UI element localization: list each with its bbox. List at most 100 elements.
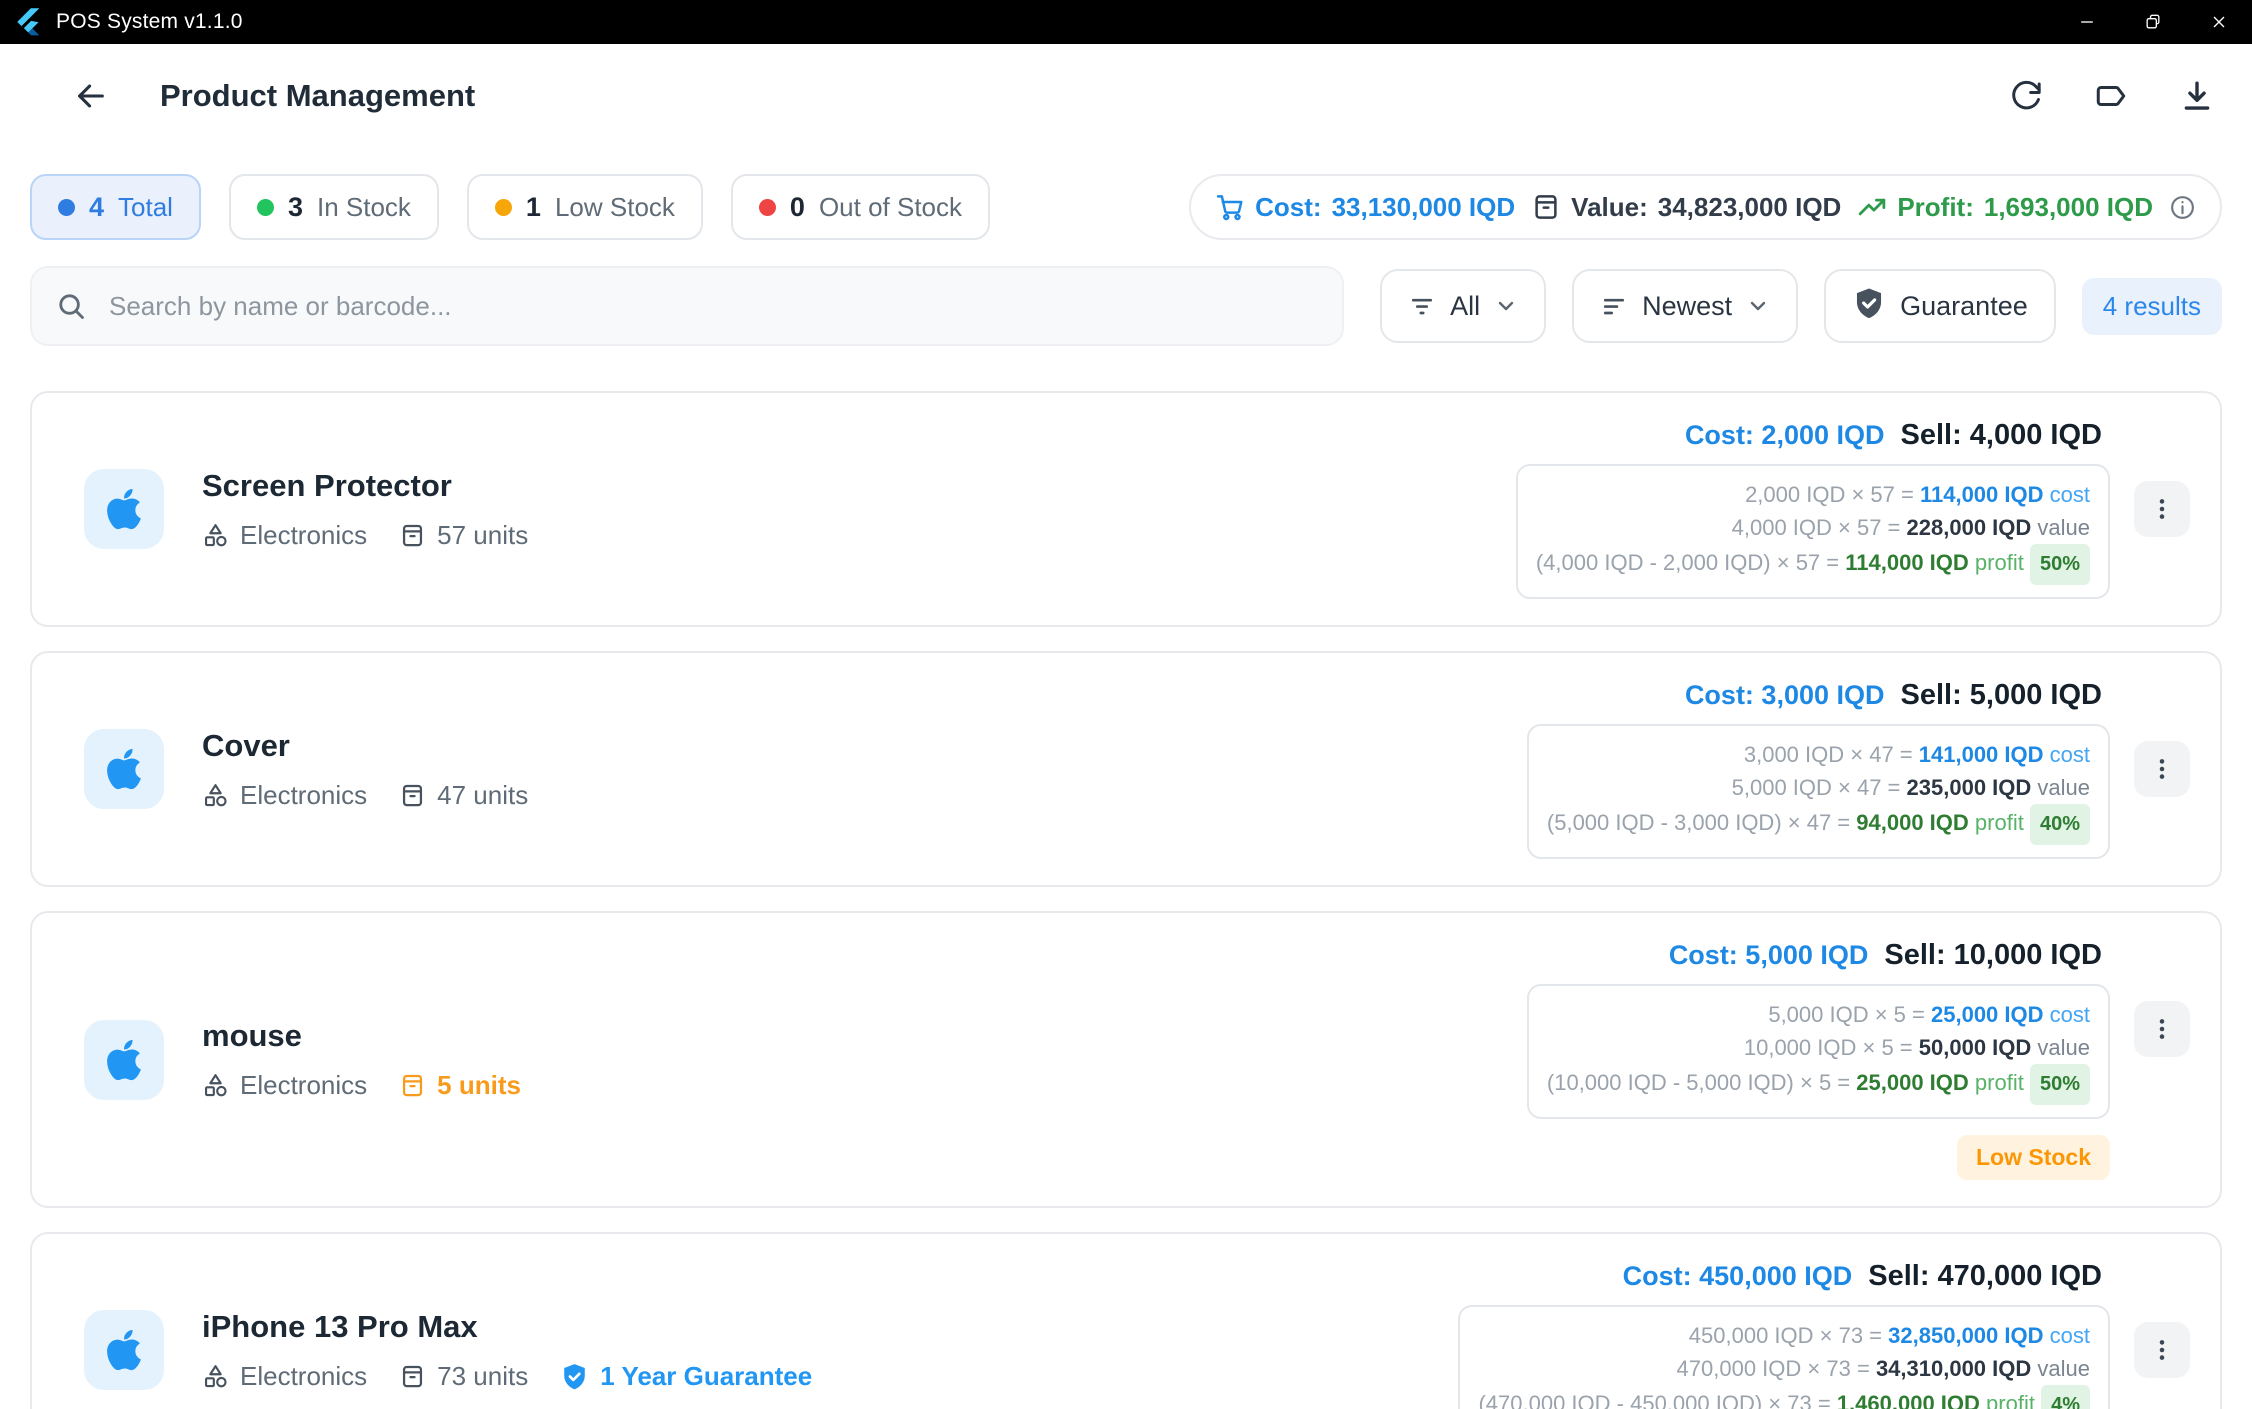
trending-up-icon: [1857, 192, 1887, 222]
restore-button[interactable]: [2120, 0, 2186, 44]
calc-box: 2,000 IQD × 57 = 114,000 IQD cost 4,000 …: [1515, 464, 2110, 599]
calc-cost-line: 5,000 IQD × 5 = 25,000 IQD cost: [1768, 1002, 2090, 1027]
chip-label: Total: [118, 191, 173, 222]
product-menu-button[interactable]: [2134, 1322, 2190, 1378]
info-button[interactable]: [2169, 194, 2196, 221]
product-name: iPhone 13 Pro Max: [202, 1308, 478, 1344]
apple-logo-icon: [104, 746, 144, 792]
product-category: Electronics: [202, 1361, 367, 1392]
toolbar: All Newest Guarantee 4 results: [30, 266, 2222, 346]
results-count-badge: 4 results: [2081, 277, 2222, 335]
calc-box: 5,000 IQD × 5 = 25,000 IQD cost 10,000 I…: [1526, 984, 2110, 1119]
chip-label: Out of Stock: [818, 191, 963, 222]
more-vertical-icon: [2149, 756, 2175, 782]
restore-icon: [2143, 12, 2163, 32]
out-of-stock-dot-icon: [758, 198, 776, 216]
product-category: Electronics: [202, 780, 367, 811]
flutter-logo-icon: [14, 7, 44, 37]
chip-label: Low Stock: [554, 191, 675, 222]
refresh-button[interactable]: [2000, 71, 2050, 121]
summary-value: Value: 34,823,000 IQD: [1531, 192, 1841, 223]
category-icon: [202, 1363, 229, 1390]
filter-icon: [1408, 292, 1436, 320]
product-name: Screen Protector: [202, 467, 452, 503]
calc-cost-line: 2,000 IQD × 57 = 114,000 IQD cost: [1745, 482, 2090, 507]
search-icon: [56, 291, 87, 322]
filter-chip-in-stock[interactable]: 3 In Stock: [228, 174, 439, 240]
apple-logo-icon: [104, 486, 144, 532]
calc-value-line: 10,000 IQD × 5 = 50,000 IQD value: [1743, 1035, 2090, 1060]
apple-logo-icon: [104, 1037, 144, 1083]
chip-label: In Stock: [316, 191, 411, 222]
filter-value: All: [1450, 290, 1481, 321]
in-stock-dot-icon: [256, 198, 274, 216]
inventory-icon: [399, 1072, 426, 1099]
inventory-icon: [399, 1363, 426, 1390]
product-category: Electronics: [202, 520, 367, 551]
guarantee-filter-button[interactable]: Guarantee: [1824, 269, 2056, 343]
minimize-button[interactable]: [2054, 0, 2120, 44]
product-card: Screen Protector Electronics 57 units Co…: [30, 391, 2222, 627]
product-image: [84, 729, 164, 809]
product-units: 47 units: [399, 780, 528, 811]
product-category: Electronics: [202, 1070, 367, 1101]
inventory-icon: [1531, 192, 1561, 222]
more-vertical-icon: [2149, 1016, 2175, 1042]
filter-chip-low-stock[interactable]: 1 Low Stock: [466, 174, 703, 240]
low-stock-dot-icon: [494, 198, 512, 216]
shield-check-icon: [560, 1362, 589, 1391]
product-sell: Sell: 10,000 IQD: [1884, 939, 2102, 971]
more-vertical-icon: [2149, 1337, 2175, 1363]
tag-button[interactable]: [2086, 71, 2136, 121]
apple-logo-icon: [104, 1327, 144, 1373]
product-menu-button[interactable]: [2134, 1001, 2190, 1057]
chip-count: 4: [89, 191, 105, 222]
more-vertical-icon: [2149, 496, 2175, 522]
category-filter-dropdown[interactable]: All: [1380, 269, 1547, 343]
product-card: Cover Electronics 47 units Cost: 3,000 I…: [30, 651, 2222, 887]
page-header: Product Management: [30, 58, 2222, 134]
info-icon: [2169, 194, 2196, 221]
sort-dropdown[interactable]: Newest: [1572, 269, 1799, 343]
product-cost: Cost: 3,000 IQD: [1684, 680, 1885, 710]
cart-icon: [1215, 192, 1245, 222]
product-units: 73 units: [399, 1361, 528, 1392]
close-button[interactable]: [2186, 0, 2252, 44]
calc-box: 450,000 IQD × 73 = 32,850,000 IQD cost 4…: [1458, 1305, 2110, 1409]
inventory-icon: [399, 522, 426, 549]
product-menu-button[interactable]: [2134, 741, 2190, 797]
product-cost: Cost: 5,000 IQD: [1668, 940, 1869, 970]
chevron-down-icon: [1746, 294, 1770, 318]
product-menu-button[interactable]: [2134, 481, 2190, 537]
product-cost: Cost: 2,000 IQD: [1684, 420, 1885, 450]
category-icon: [202, 782, 229, 809]
category-icon: [202, 522, 229, 549]
filter-chip-total[interactable]: 4 Total: [30, 174, 201, 240]
filter-chip-out-of-stock[interactable]: 0 Out of Stock: [730, 174, 991, 240]
inventory-summary: Cost: 33,130,000 IQD Value: 34,823,000 I…: [1189, 174, 2222, 240]
calc-value-line: 4,000 IQD × 57 = 228,000 IQD value: [1731, 515, 2090, 540]
product-units: 57 units: [399, 520, 528, 551]
summary-profit: Profit: 1,693,000 IQD: [1857, 192, 2153, 223]
shield-check-icon: [1852, 286, 1886, 327]
guarantee-label: Guarantee: [1900, 290, 2028, 321]
sort-icon: [1600, 292, 1628, 320]
close-icon: [2209, 12, 2229, 32]
product-name: Cover: [202, 727, 290, 763]
profit-percent-badge: 50%: [2029, 544, 2090, 585]
download-icon: [2180, 79, 2214, 113]
calc-profit-line: (470,000 IQD - 450,000 IQD) × 73 = 1,460…: [1478, 1385, 2090, 1409]
search-input[interactable]: [109, 290, 1319, 322]
stats-row: 4 Total 3 In Stock 1 Low Stock 0 Out of …: [30, 174, 2222, 240]
product-guarantee: 1 Year Guarantee: [560, 1361, 812, 1392]
refresh-icon: [2008, 79, 2042, 113]
product-sell: Sell: 4,000 IQD: [1900, 419, 2103, 451]
product-card: mouse Electronics 5 units Cost: 5,000 IQ…: [30, 911, 2222, 1208]
calc-profit-line: (5,000 IQD - 3,000 IQD) × 47 = 94,000 IQ…: [1547, 804, 2090, 845]
window-title: POS System v1.1.0: [56, 10, 243, 33]
calc-box: 3,000 IQD × 47 = 141,000 IQD cost 5,000 …: [1526, 724, 2110, 859]
download-button[interactable]: [2172, 71, 2222, 121]
back-button[interactable]: [66, 71, 116, 121]
tag-icon: [2094, 79, 2128, 113]
product-list: Screen Protector Electronics 57 units Co…: [30, 391, 2222, 1409]
